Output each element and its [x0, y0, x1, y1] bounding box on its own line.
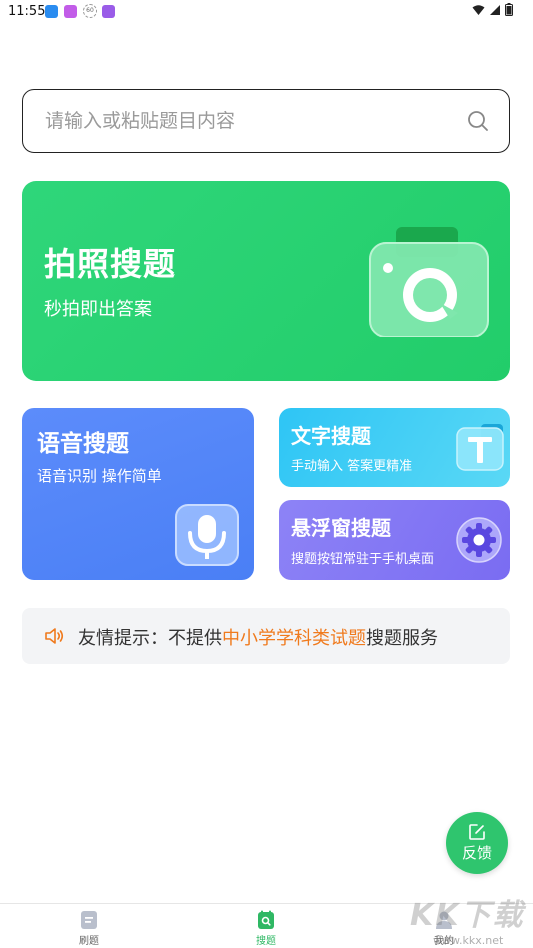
search-tab-icon — [258, 910, 274, 929]
text-search-title: 文字搜题 — [291, 424, 371, 448]
text-t-icon — [456, 424, 504, 471]
nav-item-practice[interactable]: 刷题 — [59, 910, 119, 947]
battery-icon — [505, 3, 513, 16]
voice-search-card[interactable]: 语音搜题 语音识别 操作简单 — [22, 408, 254, 580]
watermark-url: www.kkx.net — [433, 934, 504, 947]
tip-highlight: 中小学学科类试题 — [222, 628, 366, 649]
wifi-icon — [472, 4, 485, 15]
photo-search-title: 拍照搜题 — [44, 245, 177, 283]
text-search-card[interactable]: 文字搜题 手动输入 答案更精准 — [279, 408, 510, 487]
voice-search-subtitle: 语音识别 操作简单 — [37, 467, 162, 485]
search-icon[interactable] — [467, 110, 489, 132]
status-indicators — [472, 3, 513, 16]
microphone-icon — [175, 504, 239, 566]
status-time: 11:55 — [8, 4, 46, 19]
app-notification-icon — [102, 5, 115, 18]
float-window-title: 悬浮窗搜题 — [291, 516, 391, 540]
gear-icon — [456, 517, 502, 563]
nav-item-search[interactable]: 搜题 — [236, 910, 296, 947]
text-search-subtitle: 手动输入 答案更精准 — [291, 459, 413, 474]
app-notification-icon — [64, 5, 77, 18]
feedback-label: 反馈 — [461, 844, 492, 862]
float-window-subtitle: 搜题按钮常驻于手机桌面 — [291, 552, 435, 567]
app-notification-icon — [45, 5, 58, 18]
speaker-icon — [45, 628, 64, 644]
nav-label-search: 搜题 — [256, 936, 276, 947]
document-icon — [81, 911, 97, 929]
edit-icon — [469, 824, 485, 840]
voice-search-title: 语音搜题 — [37, 431, 129, 457]
nav-label-practice: 刷题 — [79, 936, 99, 947]
search-input[interactable] — [45, 90, 445, 151]
tip-bar: 友情提示：不提供中小学学科类试题搜题服务 — [22, 608, 510, 664]
status-bar: 11:55 60 — [0, 0, 533, 24]
photo-search-card[interactable]: 拍照搜题 秒拍即出答案 — [22, 181, 510, 381]
badge-icon: 60 — [83, 4, 97, 18]
tip-suffix: 搜题服务 — [366, 628, 438, 649]
photo-search-subtitle: 秒拍即出答案 — [44, 299, 152, 320]
watermark-logo: KK下载 — [410, 898, 525, 933]
feedback-button[interactable]: 反馈 — [446, 812, 508, 874]
camera-icon — [369, 227, 489, 337]
signal-icon — [490, 4, 500, 15]
tip-text: 友情提示：不提供中小学学科类试题搜题服务 — [78, 624, 438, 650]
search-box[interactable] — [22, 89, 510, 153]
float-window-search-card[interactable]: 悬浮窗搜题 搜题按钮常驻于手机桌面 — [279, 500, 510, 580]
tip-prefix: 友情提示：不提供 — [78, 628, 222, 649]
